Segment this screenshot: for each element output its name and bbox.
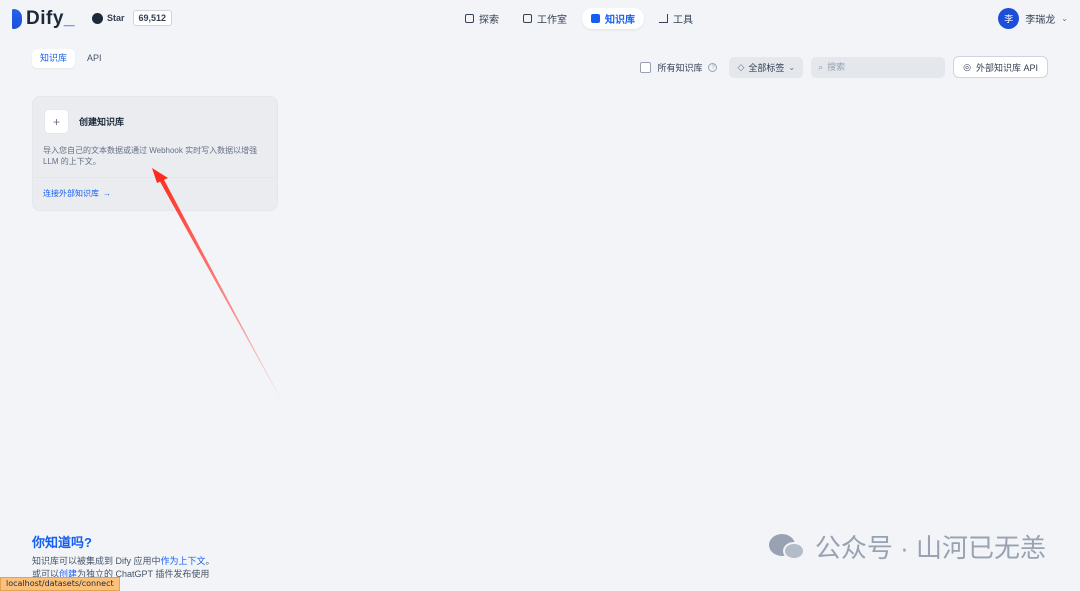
- main-nav: 探索 工作室 知识库 工具: [456, 8, 702, 29]
- create-knowledge-title: 创建知识库: [79, 117, 125, 127]
- connect-external-kb-label: 连接外部知识库: [43, 189, 99, 198]
- tab-knowledge[interactable]: 知识库: [32, 49, 76, 68]
- wechat-icon: [768, 532, 807, 562]
- chevron-down-icon: ⌄: [1061, 14, 1068, 23]
- knowledge-tabs: 知识库 API: [32, 49, 110, 68]
- create-knowledge-card[interactable]: + 创建知识库 导入您自己的文本数据或通过 Webhook 实时写入数据以增强 …: [32, 96, 278, 211]
- tag-filter-label: 全部标签: [748, 62, 785, 73]
- create-knowledge-header: + 创建知识库: [44, 109, 124, 134]
- avatar: 李: [998, 8, 1020, 29]
- did-you-know-tip: 你知道吗? 知识库可以被集成到 Dify 应用中作为上下文。 或可以创建为独立的…: [32, 532, 215, 581]
- tag-filter-dropdown[interactable]: ◇ 全部标签 ⌄: [729, 56, 804, 78]
- filter-bar: 所有知识库 ? ◇ 全部标签 ⌄ ⌕ ◎ 外部知识库 API: [640, 56, 1048, 78]
- nav-knowledge[interactable]: 知识库: [582, 8, 644, 29]
- user-name: 李瑞龙: [1025, 15, 1056, 26]
- book-icon: [591, 14, 600, 23]
- as-context-link[interactable]: 作为上下文: [161, 556, 206, 566]
- api-connection-icon: ◎: [963, 61, 971, 72]
- external-kb-api-label: 外部知识库 API: [975, 62, 1038, 73]
- github-star-button[interactable]: Star 69,512: [92, 10, 173, 26]
- plus-icon: +: [44, 109, 69, 134]
- browser-status-url: localhost/datasets/connect: [0, 577, 120, 591]
- tab-api[interactable]: API: [79, 49, 110, 68]
- hammer-icon: [659, 14, 668, 23]
- nav-label: 工作室: [537, 15, 567, 26]
- nav-explore[interactable]: 探索: [456, 8, 508, 29]
- tag-icon: ◇: [737, 61, 745, 72]
- all-knowledge-checkbox[interactable]: [640, 61, 652, 73]
- github-icon: [92, 12, 103, 24]
- nav-studio[interactable]: 工作室: [514, 8, 576, 29]
- top-navigation-bar: Dify_ Star 69,512 探索 工作室 知识库 工具 李 李瑞龙 ⌄: [0, 0, 1080, 37]
- external-kb-api-button[interactable]: ◎ 外部知识库 API: [953, 56, 1048, 78]
- nav-label: 知识库: [605, 15, 635, 26]
- help-icon[interactable]: ?: [708, 62, 718, 72]
- wechat-watermark: 公众号 · 山河已无恙: [768, 528, 1046, 565]
- search-icon: ⌕: [818, 61, 824, 72]
- search-input[interactable]: [827, 62, 928, 72]
- connect-external-kb-link[interactable]: 连接外部知识库 →: [43, 188, 111, 199]
- watermark-text: 公众号 · 山河已无恙: [814, 533, 1046, 563]
- chevron-down-icon: ⌄: [788, 62, 796, 72]
- logo-text: Dify: [26, 8, 64, 29]
- create-knowledge-description: 导入您自己的文本数据或通过 Webhook 实时写入数据以增强 LLM 的上下文…: [43, 146, 258, 166]
- user-menu[interactable]: 李 李瑞龙 ⌄: [998, 8, 1068, 29]
- all-knowledge-toggle[interactable]: 所有知识库 ?: [640, 61, 718, 74]
- all-knowledge-label: 所有知识库: [657, 62, 703, 73]
- tip-line-1: 知识库可以被集成到 Dify 应用中作为上下文。: [32, 556, 215, 566]
- robot-icon: [523, 14, 532, 23]
- nav-label: 探索: [479, 15, 499, 26]
- logo-mark-icon: [12, 9, 22, 29]
- dify-logo[interactable]: Dify_: [12, 8, 75, 30]
- nav-label: 工具: [673, 15, 693, 26]
- nav-tools[interactable]: 工具: [650, 8, 702, 29]
- annotation-arrow: [152, 168, 284, 405]
- arrow-right-icon: →: [103, 189, 111, 198]
- compass-icon: [465, 14, 474, 23]
- github-star-count: 69,512: [132, 10, 173, 26]
- search-box[interactable]: ⌕: [811, 56, 946, 78]
- tip-title: 你知道吗?: [32, 535, 92, 550]
- github-star-label: Star: [107, 13, 125, 23]
- divider: [33, 177, 277, 178]
